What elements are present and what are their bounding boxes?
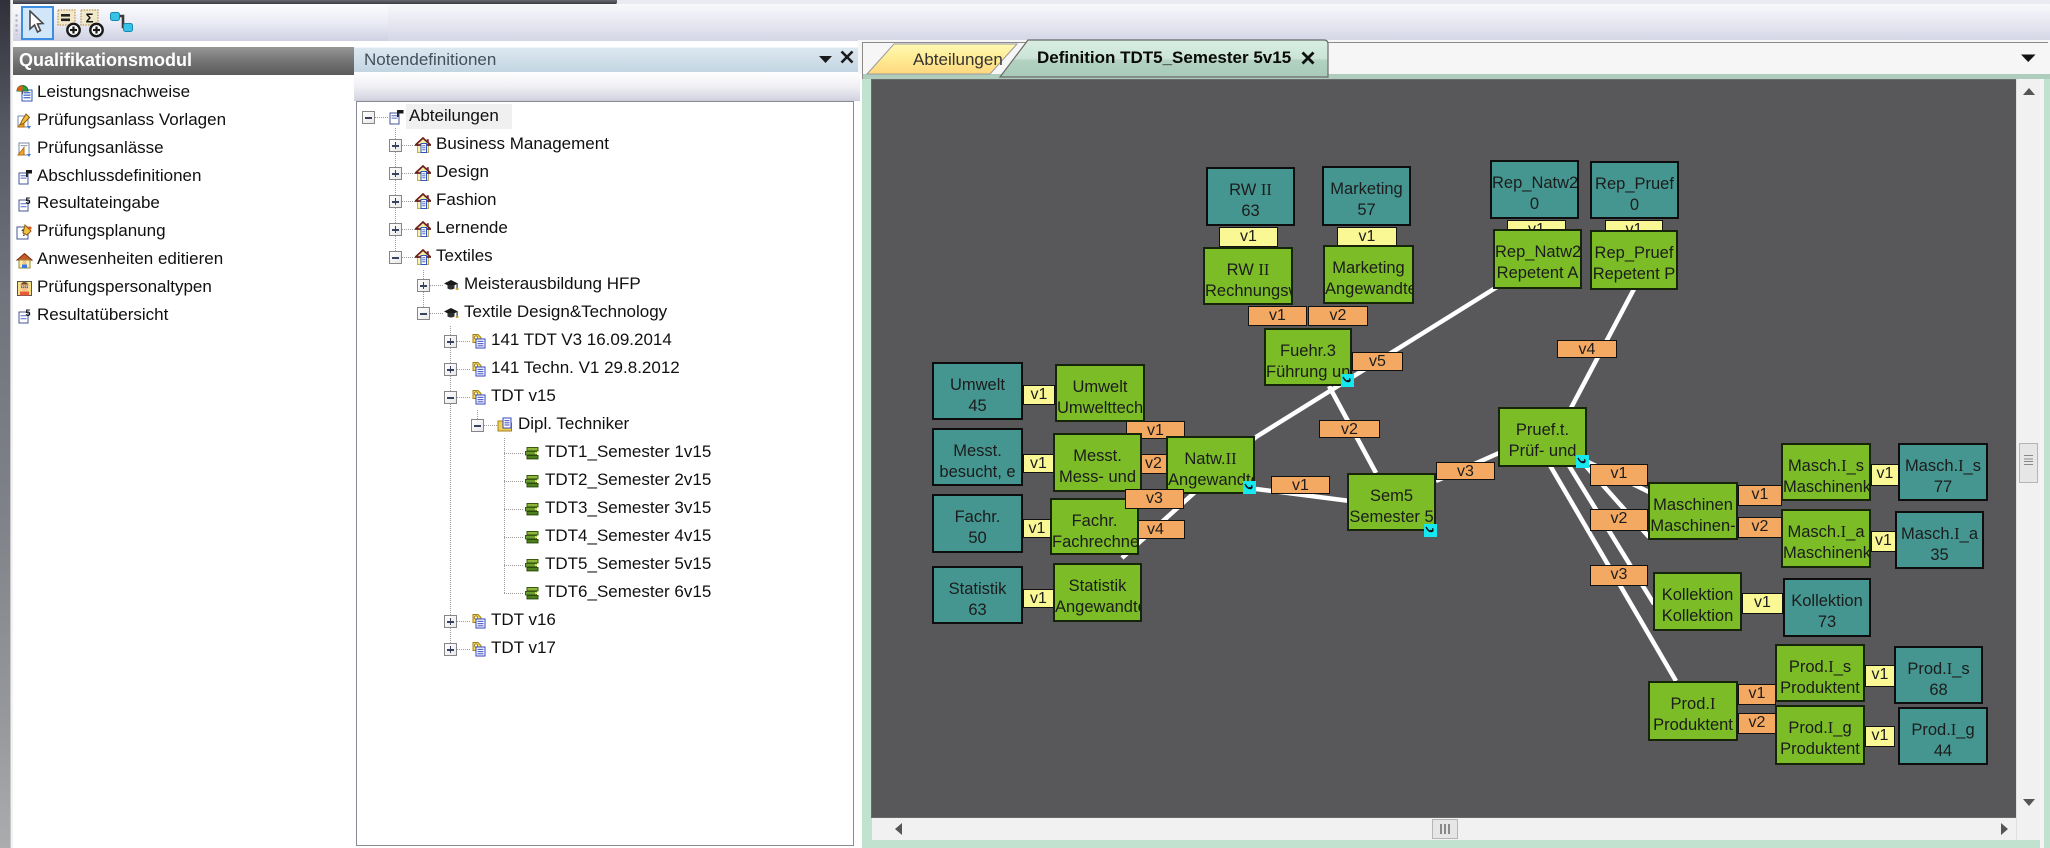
svg-text:5: 5 (25, 196, 30, 206)
svg-text:5: 5 (25, 308, 30, 318)
svg-text:Σ: Σ (86, 11, 94, 26)
